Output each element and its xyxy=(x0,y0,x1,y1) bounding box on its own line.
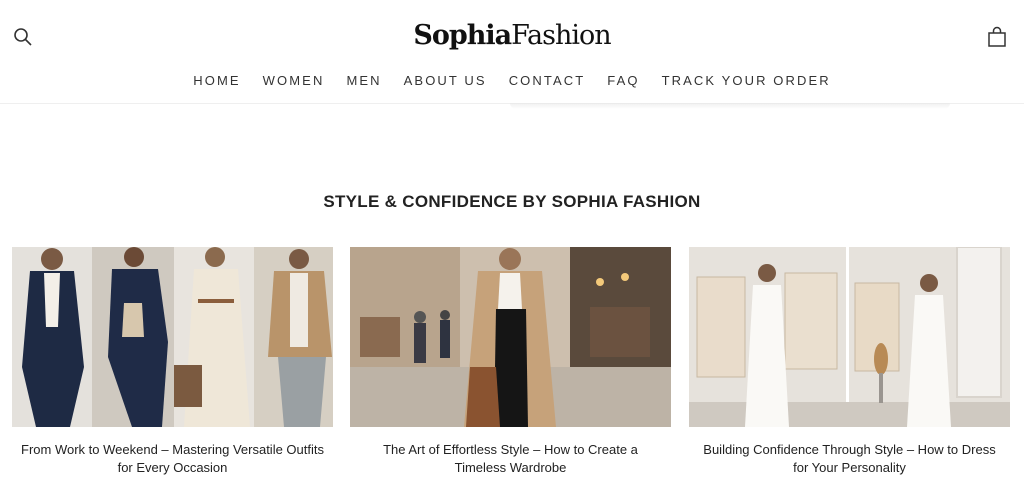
shopping-bag-icon[interactable] xyxy=(986,26,1008,48)
logo-bold-text: Sophia xyxy=(413,20,512,51)
blog-caption-2[interactable]: The Art of Effortless Style – How to Cre… xyxy=(350,441,671,477)
blog-card-1[interactable]: From Work to Weekend – Mastering Versati… xyxy=(12,247,333,477)
blog-card-3[interactable]: Building Confidence Through Style – How … xyxy=(689,247,1010,477)
nav-women[interactable]: WOMEN xyxy=(252,73,336,89)
blog-caption-3[interactable]: Building Confidence Through Style – How … xyxy=(689,441,1010,477)
site-header: SophiaFashion HOME WOMEN MEN ABOUT US CO… xyxy=(0,0,1024,103)
blog-image-3[interactable] xyxy=(689,247,1010,427)
nav-home[interactable]: HOME xyxy=(182,73,251,89)
blog-image-2[interactable] xyxy=(350,247,671,427)
blog-image-1[interactable] xyxy=(12,247,333,427)
nav-faq[interactable]: FAQ xyxy=(596,73,650,89)
main-navigation: HOME WOMEN MEN ABOUT US CONTACT FAQ TRAC… xyxy=(0,73,1024,89)
logo-regular-text: Fashion xyxy=(511,20,612,51)
blog-caption-1[interactable]: From Work to Weekend – Mastering Versati… xyxy=(12,441,333,477)
nav-about-us[interactable]: ABOUT US xyxy=(393,73,498,89)
section-title: STYLE & CONFIDENCE BY SOPHIA FASHION xyxy=(323,192,701,211)
nav-men[interactable]: MEN xyxy=(335,73,392,89)
nav-track-your-order[interactable]: TRACK YOUR ORDER xyxy=(651,73,842,89)
nav-contact[interactable]: CONTACT xyxy=(498,73,597,89)
dropdown-shadow xyxy=(510,103,950,109)
site-logo[interactable]: SophiaFashion xyxy=(0,20,1024,52)
blog-card-2[interactable]: The Art of Effortless Style – How to Cre… xyxy=(350,247,671,477)
